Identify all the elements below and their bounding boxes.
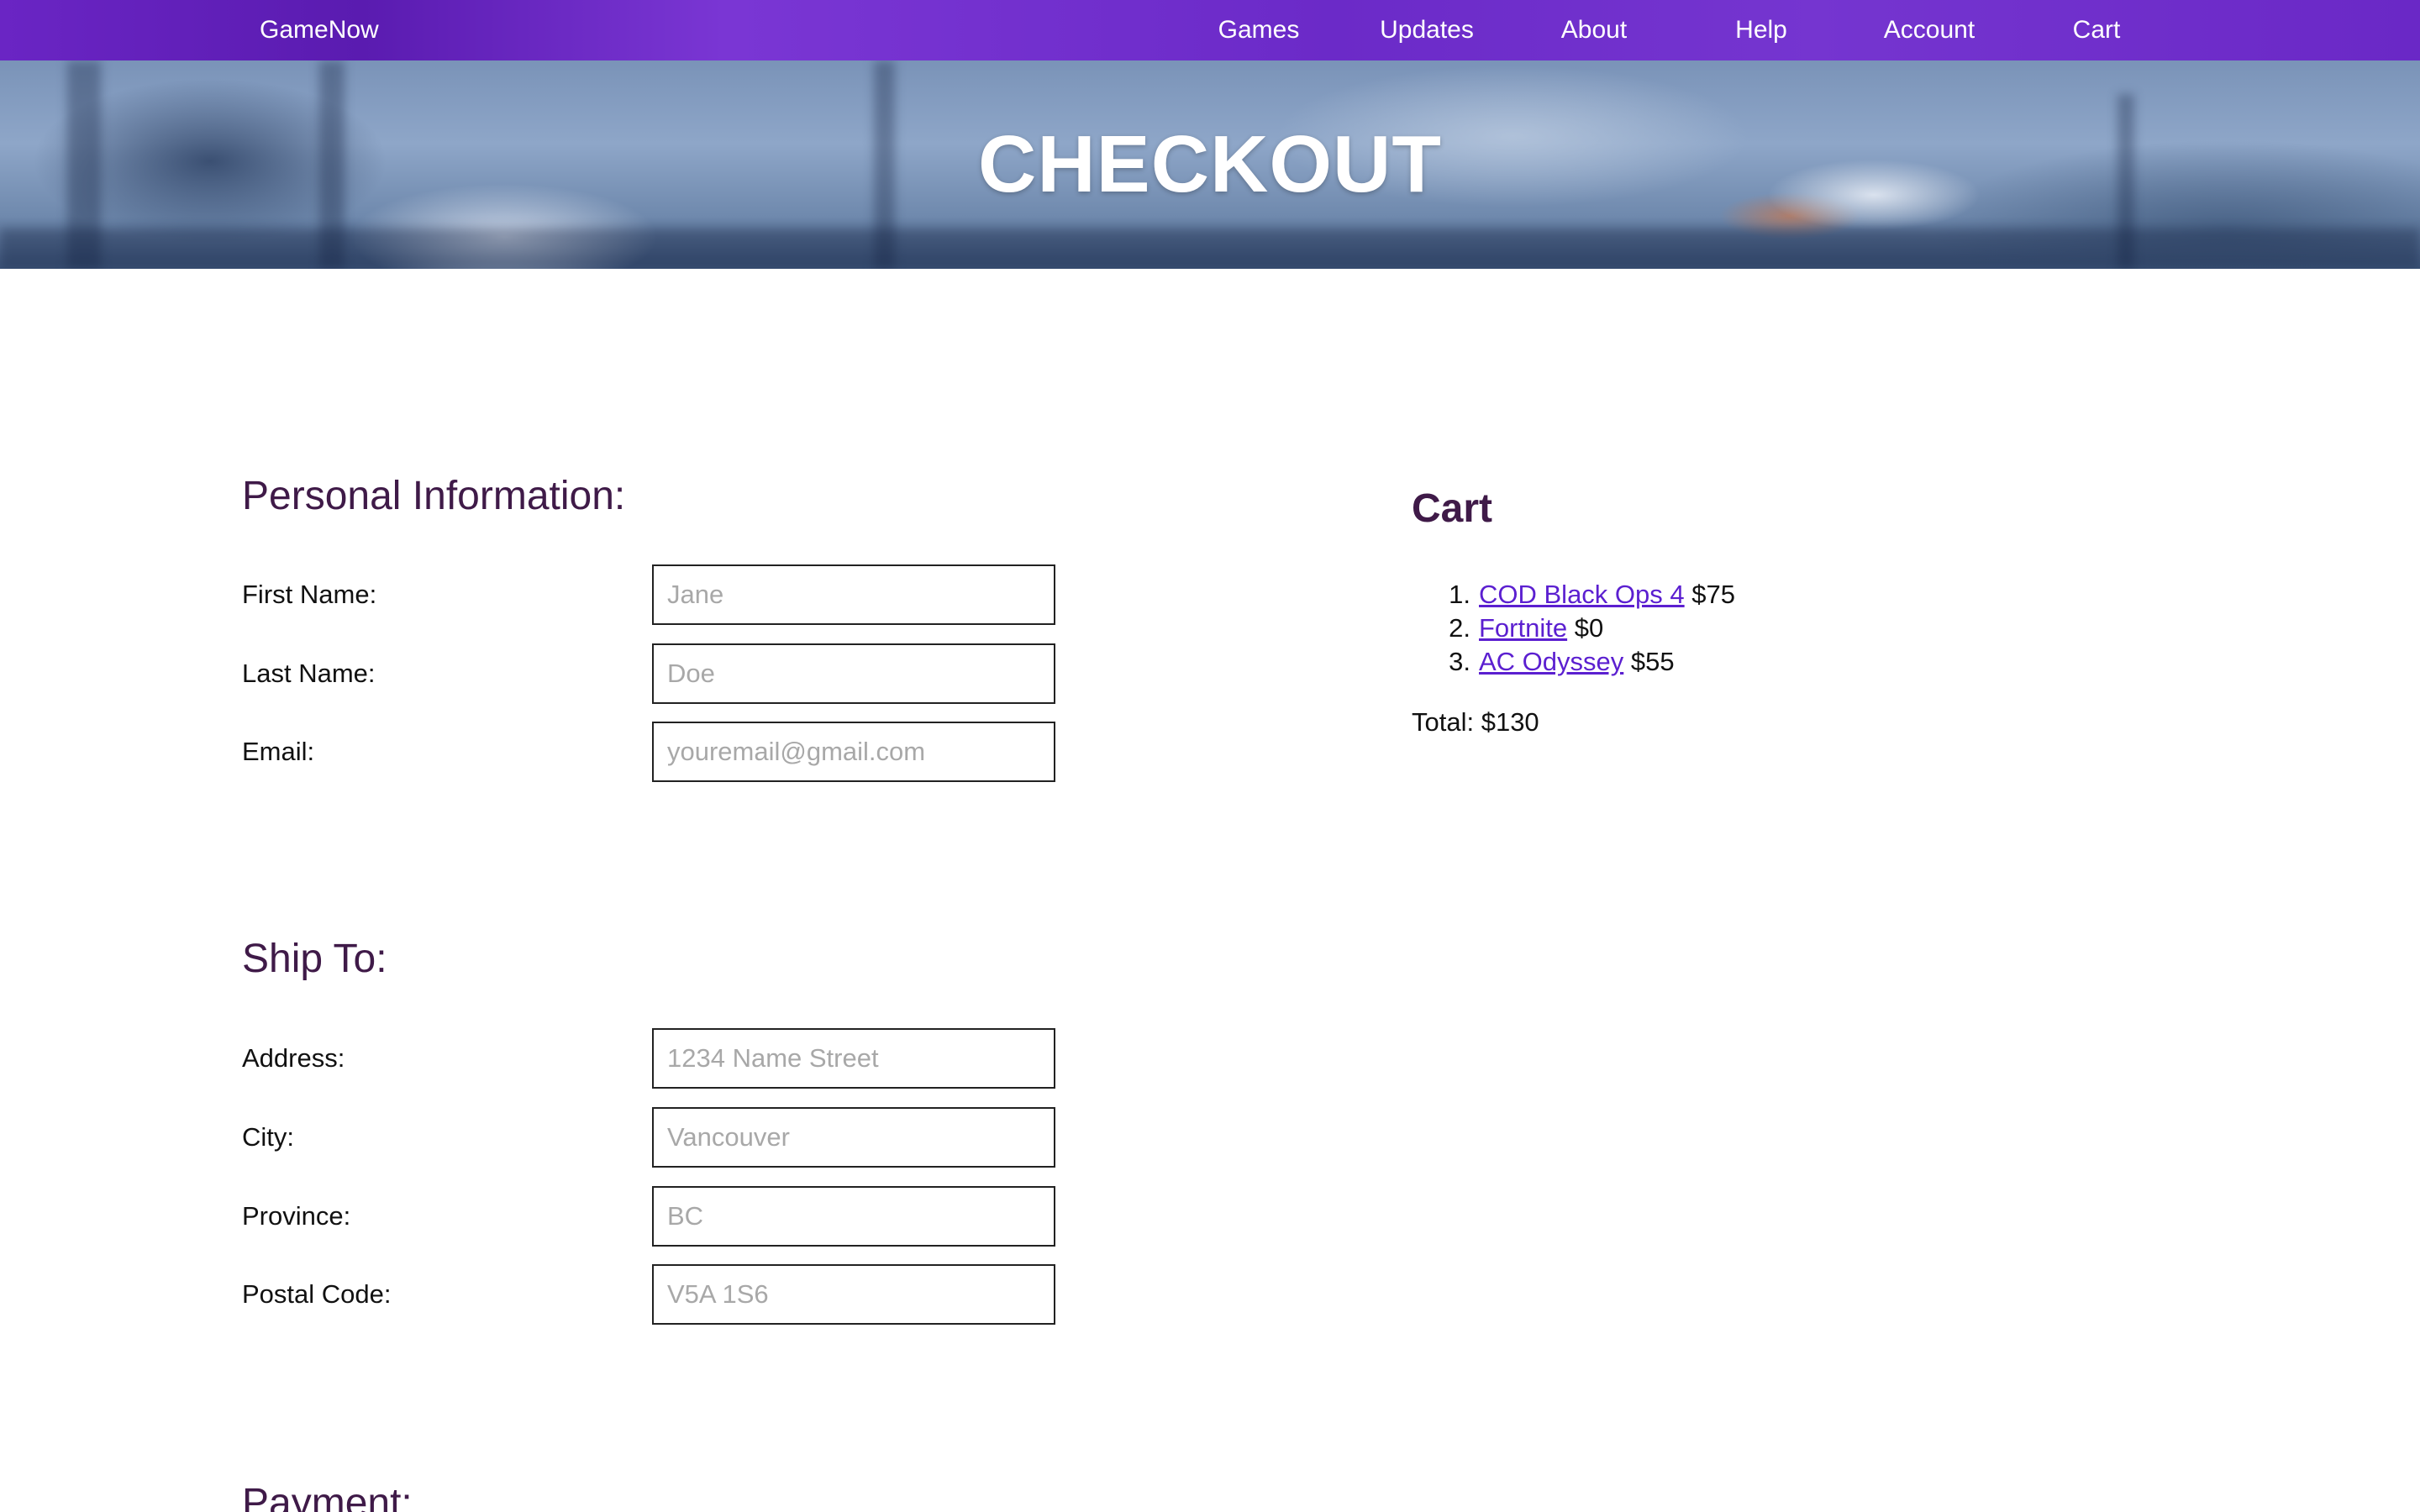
cart-item-price: $75 xyxy=(1691,580,1735,609)
first-name-input[interactable] xyxy=(652,564,1055,625)
top-navigation: GameNow Games Updates About Help Account… xyxy=(0,0,2420,60)
last-name-input[interactable] xyxy=(652,643,1055,704)
city-label: City: xyxy=(242,1122,294,1152)
first-name-label: First Name: xyxy=(242,580,377,609)
cart-item-link[interactable]: Fortnite xyxy=(1479,613,1567,643)
nav-cart[interactable]: Cart xyxy=(2073,0,2121,60)
province-input[interactable] xyxy=(652,1186,1055,1247)
payment-heading: Payment: xyxy=(242,1481,413,1512)
email-input[interactable] xyxy=(652,722,1055,782)
nav-games[interactable]: Games xyxy=(1218,0,1300,60)
page-title: CHECKOUT xyxy=(978,119,1442,209)
cart-item: 1. COD Black Ops 4 $75 xyxy=(1412,578,1735,612)
brand-logo-link[interactable]: GameNow xyxy=(260,0,379,60)
cart-item-price: $55 xyxy=(1630,647,1675,676)
cart-item-number: 1. xyxy=(1449,580,1470,609)
cart-item-number: 2. xyxy=(1449,613,1470,643)
province-label: Province: xyxy=(242,1201,351,1231)
nav-about[interactable]: About xyxy=(1561,0,1627,60)
last-name-label: Last Name: xyxy=(242,659,376,688)
city-input[interactable] xyxy=(652,1107,1055,1168)
personal-info-heading: Personal Information: xyxy=(242,474,626,518)
cart-heading: Cart xyxy=(1412,486,1493,531)
cart-item-link[interactable]: COD Black Ops 4 xyxy=(1479,580,1685,609)
nav-account[interactable]: Account xyxy=(1884,0,1975,60)
cart-item-list: 1. COD Black Ops 4 $75 2. Fortnite $0 3. AC… xyxy=(1412,578,1735,679)
cart-total: Total: $130 xyxy=(1412,707,1539,737)
postal-code-input[interactable] xyxy=(652,1264,1055,1325)
nav-updates[interactable]: Updates xyxy=(1380,0,1474,60)
cart-item: 2. Fortnite $0 xyxy=(1412,612,1735,645)
cart-item-price: $0 xyxy=(1574,613,1604,643)
nav-help[interactable]: Help xyxy=(1735,0,1787,60)
address-label: Address: xyxy=(242,1043,345,1073)
ship-to-heading: Ship To: xyxy=(242,937,387,981)
address-input[interactable] xyxy=(652,1028,1055,1089)
cart-item-link[interactable]: AC Odyssey xyxy=(1479,647,1623,676)
postal-code-label: Postal Code: xyxy=(242,1279,392,1309)
cart-item: 3. AC Odyssey $55 xyxy=(1412,645,1735,679)
cart-item-number: 3. xyxy=(1449,647,1470,676)
email-label: Email: xyxy=(242,737,315,766)
